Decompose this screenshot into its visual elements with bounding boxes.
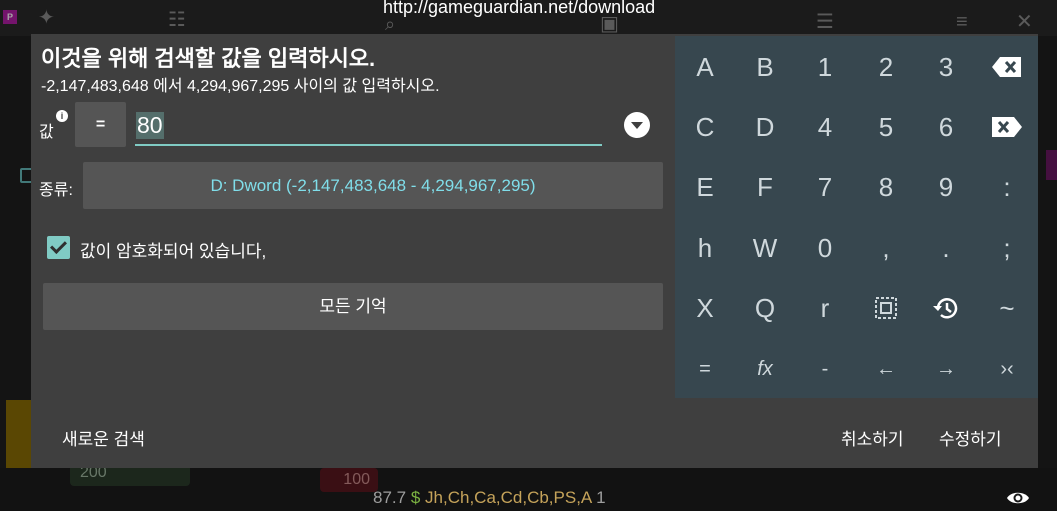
key-function[interactable]: fx xyxy=(735,339,795,399)
value-input-text: 80 xyxy=(136,112,164,139)
key-8[interactable]: 8 xyxy=(856,157,916,217)
key-collapse[interactable]: ›‹ xyxy=(977,339,1037,399)
chevron-down-icon[interactable] xyxy=(624,112,650,138)
key-5[interactable]: 5 xyxy=(856,97,916,157)
key-1[interactable]: 1 xyxy=(795,37,855,97)
key-backspace[interactable] xyxy=(977,37,1037,97)
confirm-button[interactable]: 수정하기 xyxy=(939,425,1002,450)
key-4[interactable]: 4 xyxy=(795,97,855,157)
eye-icon[interactable] xyxy=(1006,489,1030,507)
key-e[interactable]: E xyxy=(675,157,735,217)
key-q[interactable]: Q xyxy=(735,278,795,338)
keypad: A B 1 2 3 C D 4 5 6 E F 7 8 9 : h W 0 , … xyxy=(675,36,1038,398)
key-select-all[interactable] xyxy=(856,278,916,338)
key-0[interactable]: 0 xyxy=(795,218,855,278)
key-6[interactable]: 6 xyxy=(916,97,976,157)
key-r[interactable]: r xyxy=(795,278,855,338)
download-url: http://gameguardian.net/download xyxy=(383,0,656,17)
key-d[interactable]: D xyxy=(735,97,795,157)
status-dollar: $ xyxy=(410,488,421,507)
key-minus[interactable]: - xyxy=(795,339,855,399)
encrypted-checkbox[interactable] xyxy=(47,236,70,259)
status-count: 1 xyxy=(596,488,606,507)
key-semicolon[interactable]: ; xyxy=(977,218,1037,278)
backspace-icon xyxy=(992,57,1021,77)
key-left-arrow[interactable]: ← xyxy=(856,339,916,399)
key-w[interactable]: W xyxy=(735,218,795,278)
cancel-button[interactable]: 취소하기 xyxy=(841,425,904,450)
key-7[interactable]: 7 xyxy=(795,157,855,217)
operator-button[interactable]: = xyxy=(75,102,126,147)
key-comma[interactable]: , xyxy=(856,218,916,278)
encrypted-label[interactable]: 값이 암호화되어 있습니다, xyxy=(80,237,266,262)
key-colon[interactable]: : xyxy=(977,157,1037,217)
key-period[interactable]: . xyxy=(916,218,976,278)
info-icon[interactable]: i xyxy=(56,110,68,122)
key-delete[interactable] xyxy=(977,97,1037,157)
key-a[interactable]: A xyxy=(675,37,735,97)
key-c[interactable]: C xyxy=(675,97,735,157)
key-tilde[interactable]: ~ xyxy=(977,278,1037,338)
key-equals[interactable]: = xyxy=(675,339,735,399)
type-select[interactable]: D: Dword (-2,147,483,648 - 4,294,967,295… xyxy=(83,162,663,209)
memory-range-button[interactable]: 모든 기억 xyxy=(43,283,663,330)
key-h[interactable]: h xyxy=(675,218,735,278)
history-icon xyxy=(933,298,958,319)
key-2[interactable]: 2 xyxy=(856,37,916,97)
search-value-dialog: 이것을 위해 검색할 값을 입력하시오. -2,147,483,648 에서 4… xyxy=(31,34,1038,468)
dialog-subtitle: -2,147,483,648 에서 4,294,967,295 사이의 값 입력… xyxy=(41,78,440,95)
key-3[interactable]: 3 xyxy=(916,37,976,97)
dialog-title: 이것을 위해 검색할 값을 입력하시오. xyxy=(41,46,376,71)
key-f[interactable]: F xyxy=(735,157,795,217)
select-all-icon xyxy=(875,297,897,319)
key-history[interactable] xyxy=(916,278,976,338)
key-right-arrow[interactable]: → xyxy=(916,339,976,399)
value-input[interactable]: 80 xyxy=(135,108,602,146)
status-prefix: 87.7 xyxy=(373,488,407,507)
value-label: 값 xyxy=(39,124,54,141)
delete-icon xyxy=(992,117,1022,137)
key-x[interactable]: X xyxy=(675,278,735,338)
status-line: 87.7 $ Jh,Ch,Ca,Cd,Cb,PS,A 1 xyxy=(373,488,606,508)
key-b[interactable]: B xyxy=(735,37,795,97)
type-label: 종류: xyxy=(39,182,73,199)
new-search-button[interactable]: 새로운 검색 xyxy=(62,425,145,450)
status-registers: Jh,Ch,Ca,Cd,Cb,PS,A xyxy=(425,488,592,507)
key-9[interactable]: 9 xyxy=(916,157,976,217)
